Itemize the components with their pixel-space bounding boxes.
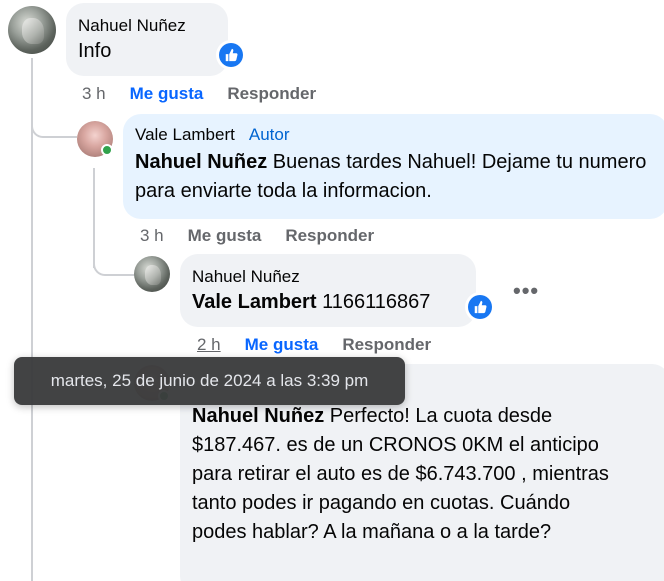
avatar[interactable] <box>134 256 170 292</box>
thread-connector <box>31 112 77 138</box>
comment-bubble: Vale Lambert Autor Nahuel Nuñez Buenas ta… <box>123 114 664 219</box>
avatar[interactable] <box>8 6 56 54</box>
comment-actions: 3 h Me gusta Responder <box>82 84 316 104</box>
like-icon <box>219 43 243 67</box>
comment-text: Info <box>78 40 112 62</box>
thread-connector <box>93 252 135 276</box>
online-status-dot <box>101 144 113 156</box>
mention-link[interactable]: Vale Lambert <box>192 291 317 313</box>
mention-link[interactable]: Nahuel Nuñez <box>192 405 324 427</box>
reply-button[interactable]: Responder <box>285 226 374 245</box>
comment-text: Vale Lambert 1166116867 <box>192 288 464 317</box>
comment-timestamp[interactable]: 2 h <box>197 335 221 354</box>
comment-author[interactable]: Nahuel Nuñez <box>192 266 464 288</box>
comment-bubble: Nahuel Nuñez Vale Lambert 1166116867 <box>180 254 476 327</box>
mention-link[interactable]: Nahuel Nuñez <box>135 151 267 173</box>
like-icon <box>468 295 492 319</box>
comment-timestamp[interactable]: 3 h <box>140 226 164 245</box>
more-options-icon[interactable]: ••• <box>513 280 539 302</box>
comment-author[interactable]: Nahuel Nuñez <box>78 15 216 37</box>
comment-timestamp[interactable]: 3 h <box>82 84 106 103</box>
reaction-badge[interactable] <box>465 292 495 322</box>
like-button[interactable]: Me gusta <box>245 335 319 354</box>
reaction-badge[interactable] <box>216 40 246 70</box>
comment-actions: 3 h Me gusta Responder <box>140 226 374 246</box>
comment-bubble: Nahuel Nuñez Info <box>66 3 228 76</box>
reply-button[interactable]: Responder <box>342 335 431 354</box>
comment-text: Nahuel Nuñez Perfecto! La cuota desde $1… <box>192 402 622 547</box>
comment-author[interactable]: Vale Lambert <box>135 125 235 144</box>
like-button[interactable]: Me gusta <box>188 226 262 245</box>
reply-button[interactable]: Responder <box>227 84 316 103</box>
comment-text: Nahuel Nuñez Buenas tardes Nahuel! Dejam… <box>135 148 656 206</box>
comment-actions: 2 h Me gusta Responder <box>197 335 431 355</box>
timestamp-tooltip: martes, 25 de junio de 2024 a las 3:39 p… <box>14 357 405 405</box>
like-button[interactable]: Me gusta <box>130 84 204 103</box>
comment-thread: Nahuel Nuñez Info 3 h Me gusta Responder V… <box>0 0 664 581</box>
comment-body: 1166116867 <box>316 291 431 313</box>
author-badge: Autor <box>248 125 290 144</box>
